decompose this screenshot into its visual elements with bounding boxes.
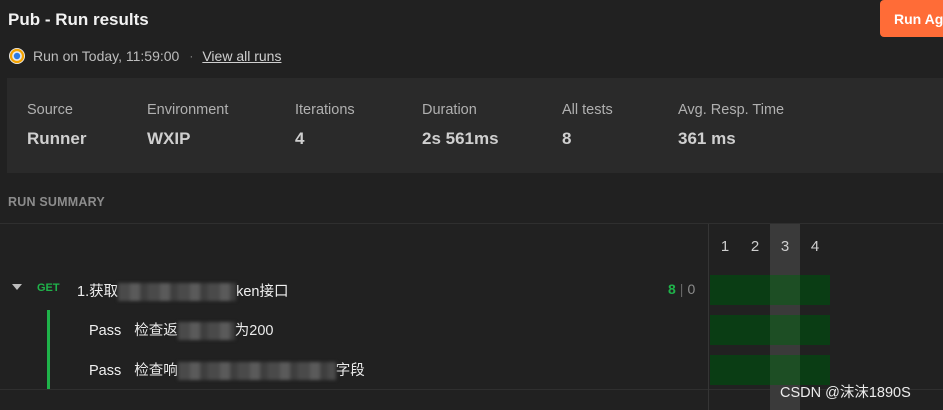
stat-duration: Duration 2s 561ms: [422, 102, 499, 149]
run-time-text: Run on Today, 11:59:00: [33, 48, 180, 64]
fail-count: 0: [687, 281, 696, 297]
request-name-prefix: 1.获取: [77, 284, 119, 300]
stat-value: WXIP: [147, 129, 191, 148]
stat-label: Source: [27, 102, 73, 118]
stat-value: 4: [295, 129, 305, 148]
run-again-button[interactable]: Run Ag: [880, 0, 943, 37]
stat-avg-resp-time: Avg. Resp. Time 361 ms: [678, 102, 784, 149]
test-group-bar: [47, 310, 50, 389]
caret-down-icon[interactable]: [12, 284, 22, 290]
redaction-blur: [177, 362, 336, 381]
stat-value: 361 ms: [678, 129, 736, 148]
redaction-blur: [177, 322, 235, 341]
page-title: Pub - Run results: [8, 10, 149, 29]
divider: [0, 223, 943, 224]
request-row[interactable]: GET 1.获取 ken接口 8 | 0: [0, 279, 705, 302]
request-name[interactable]: 1.获取 ken接口: [77, 280, 289, 302]
run-info: Run on Today, 11:59:00 · View all runs: [8, 46, 281, 66]
test-row[interactable]: Pass 检查响 字段: [89, 359, 365, 381]
iteration-header-1[interactable]: 1: [715, 238, 735, 255]
test-status: Pass: [89, 323, 122, 339]
watermark-text: CSDN @沫沫1890S: [780, 385, 911, 401]
stat-label: All tests: [562, 102, 613, 118]
test-status: Pass: [89, 363, 122, 379]
divider: [708, 224, 709, 410]
test-name-suffix: 字段: [335, 363, 365, 379]
view-all-runs-link[interactable]: View all runs: [202, 48, 281, 64]
run-summary-heading: RUN SUMMARY: [8, 195, 105, 209]
stat-value: Runner: [27, 129, 87, 148]
iteration-header-3[interactable]: 3: [775, 238, 795, 255]
test-name-prefix: 检查返: [134, 323, 178, 339]
redaction-blur: [118, 283, 237, 302]
test-name-prefix: 检查响: [134, 363, 178, 379]
result-cell-highlight: [770, 315, 800, 345]
request-name-suffix: ken接口: [236, 284, 289, 300]
stat-iterations: Iterations 4: [295, 102, 355, 149]
stat-value: 8: [562, 129, 572, 148]
stat-environment: Environment WXIP: [147, 102, 228, 149]
stat-label: Environment: [147, 102, 229, 118]
pass-count: 8: [668, 281, 676, 297]
stat-source: Source Runner: [27, 102, 87, 149]
count-separator: |: [679, 281, 684, 297]
run-stats-panel: Source Runner Environment WXIP Iteration…: [7, 78, 943, 173]
iteration-header-4[interactable]: 4: [805, 238, 825, 255]
iteration-header-2[interactable]: 2: [745, 238, 765, 255]
test-row[interactable]: Pass 检查返 为200: [89, 319, 273, 341]
result-cell-highlight: [770, 275, 800, 305]
separator-dot: ·: [189, 49, 194, 63]
stat-label: Avg. Resp. Time: [678, 102, 785, 118]
stat-all-tests: All tests 8: [562, 102, 613, 149]
stat-label: Duration: [422, 102, 477, 118]
stat-value: 2s 561ms: [422, 129, 499, 148]
stat-label: Iterations: [295, 102, 355, 118]
method-badge: GET: [37, 282, 60, 294]
runner-icon: [8, 47, 26, 65]
test-counts: 8 | 0: [668, 281, 695, 297]
test-name-suffix: 为200: [234, 323, 274, 339]
